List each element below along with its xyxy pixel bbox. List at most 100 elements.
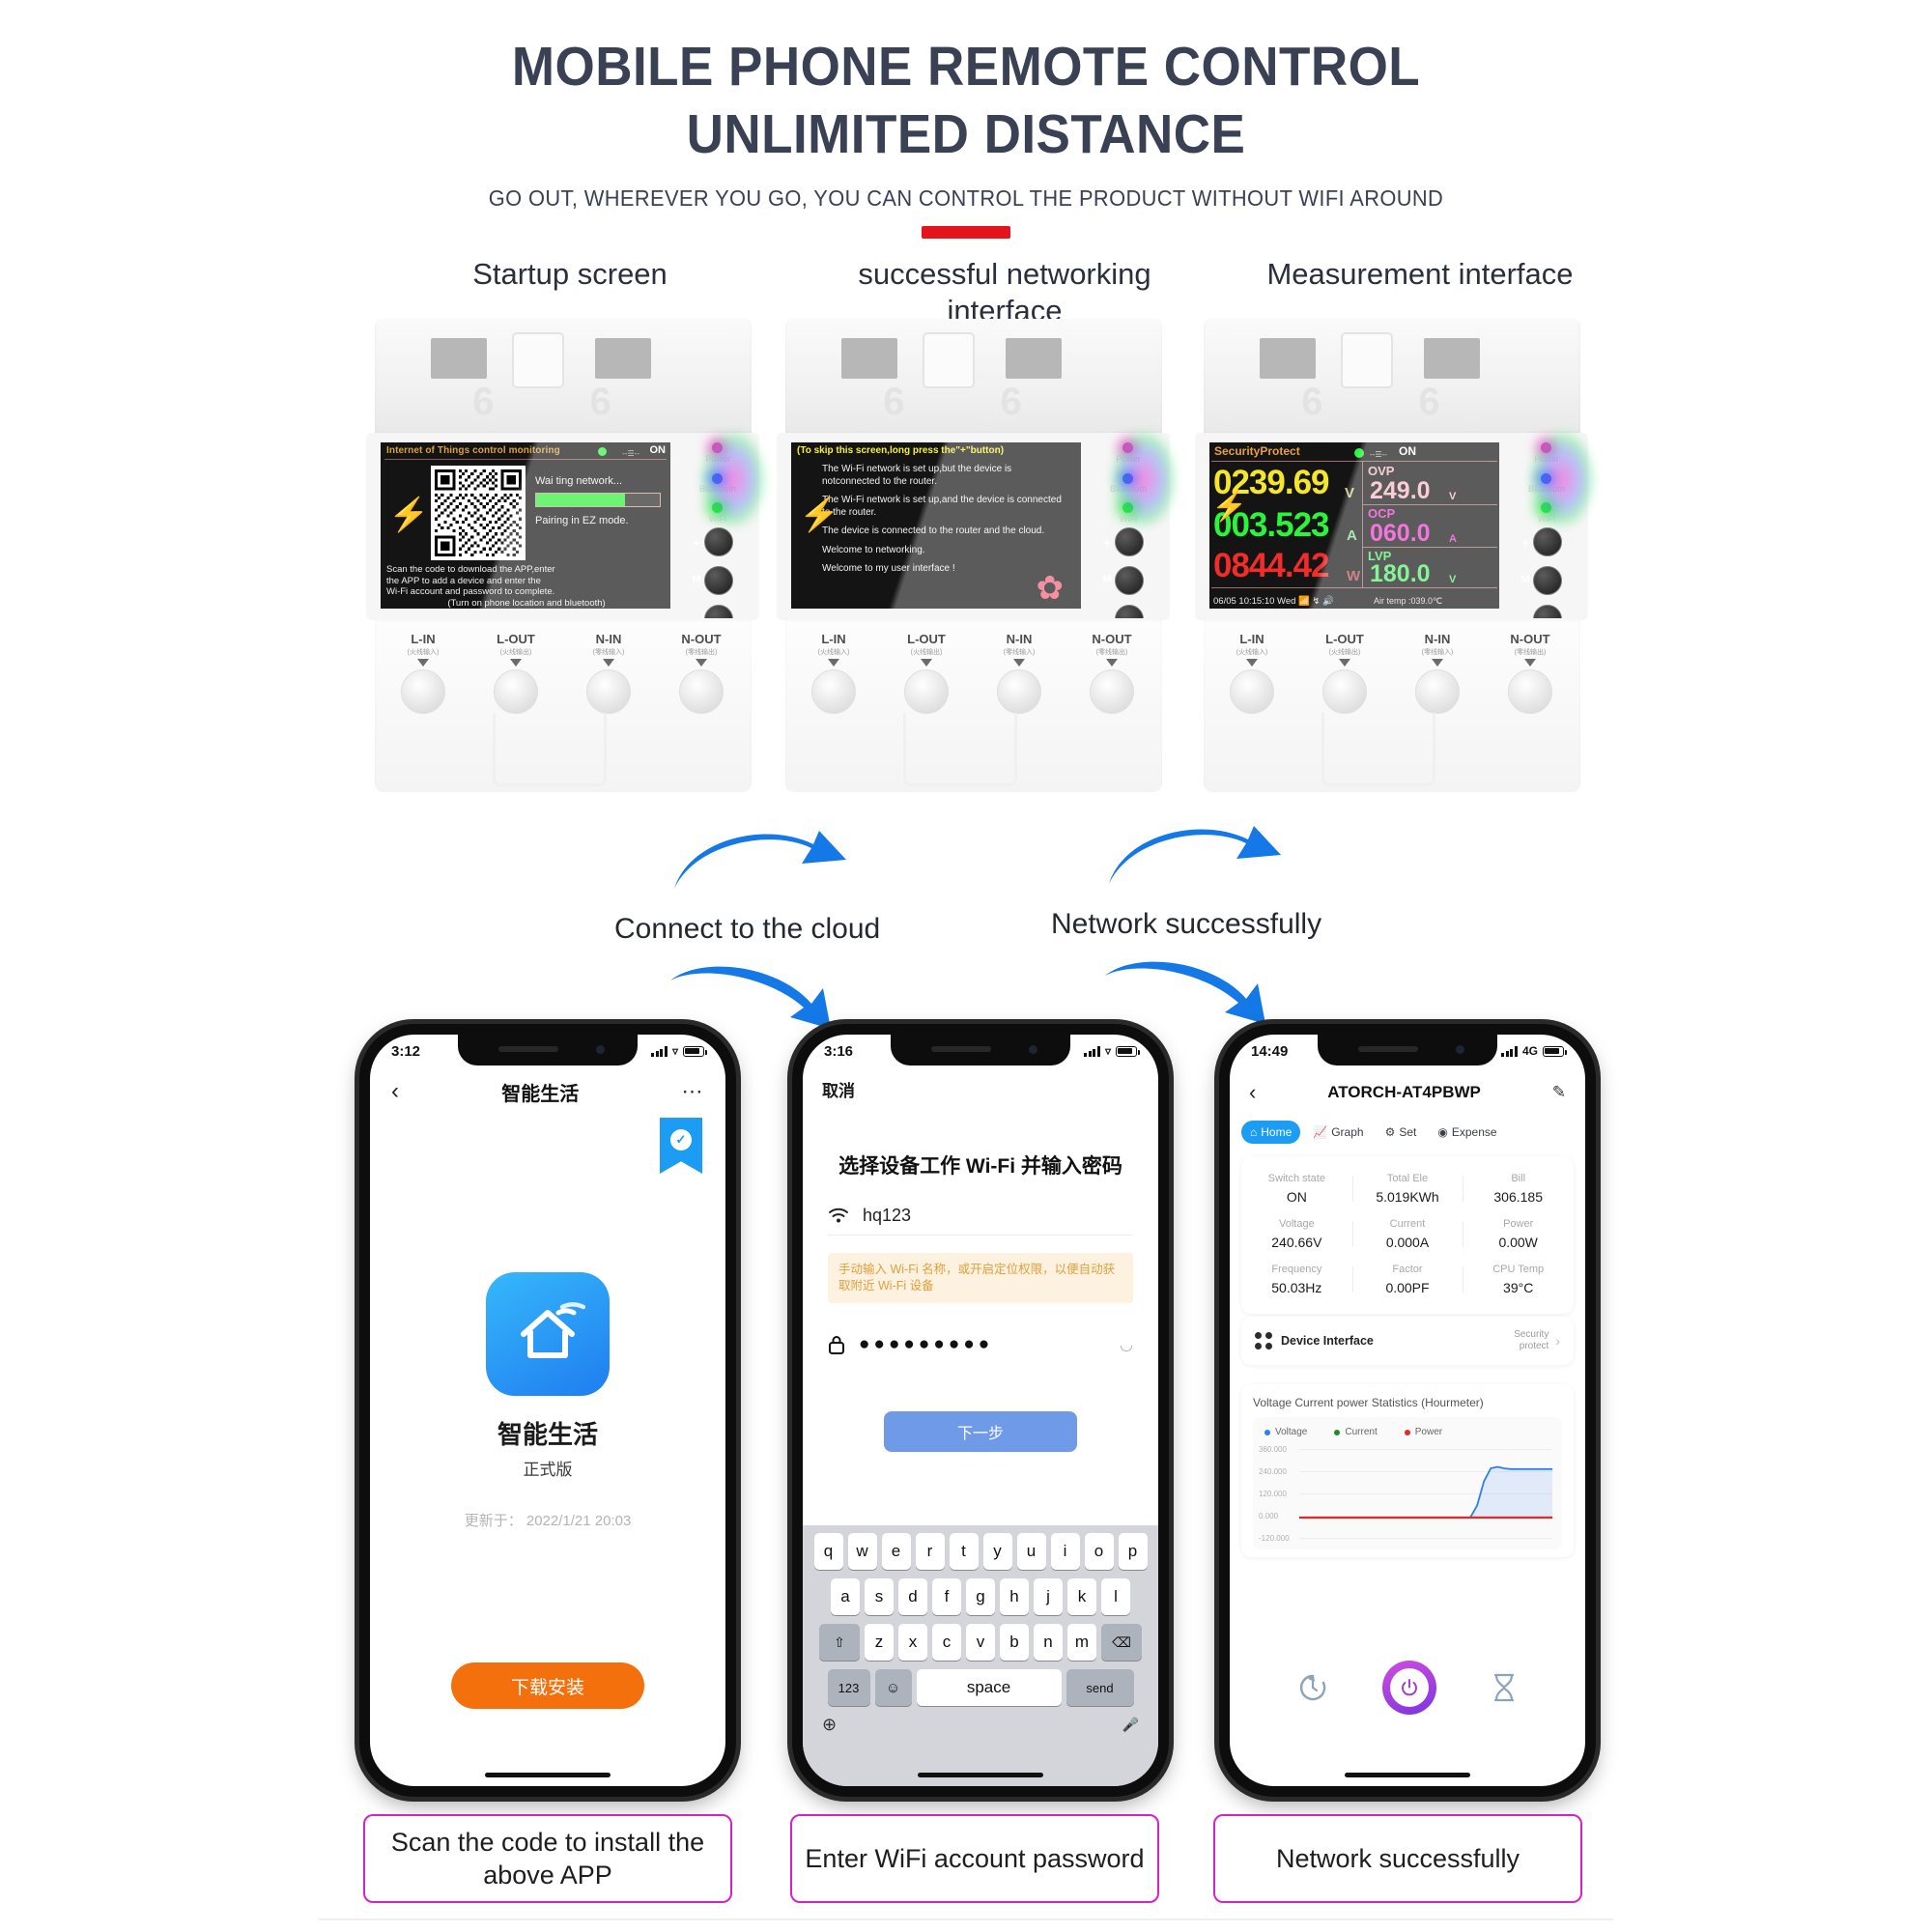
key-r[interactable]: r: [915, 1533, 945, 1570]
terminal-screw[interactable]: [1230, 669, 1274, 714]
key-t[interactable]: t: [949, 1533, 979, 1570]
home-indicator[interactable]: [1345, 1773, 1470, 1777]
key-j[interactable]: j: [1034, 1578, 1063, 1615]
key-a[interactable]: a: [831, 1578, 860, 1615]
plus-button[interactable]: [1115, 527, 1144, 556]
home-indicator[interactable]: [918, 1773, 1043, 1777]
backspace-key[interactable]: ⌫: [1101, 1624, 1142, 1661]
terminal-screw[interactable]: [679, 669, 724, 714]
power-led: [1122, 442, 1133, 453]
key-v[interactable]: v: [966, 1624, 995, 1661]
terminal-screw[interactable]: [997, 669, 1041, 714]
timer-icon[interactable]: [1296, 1671, 1329, 1704]
power-button[interactable]: [1381, 1661, 1436, 1715]
wifi-icon: 📶: [1298, 596, 1310, 607]
plus-button[interactable]: [704, 527, 733, 556]
chart-ytick-240: 240.000: [1259, 1467, 1287, 1476]
edit-pencil-icon[interactable]: ✎: [1552, 1083, 1566, 1102]
measure-relay-icon: --☰--: [1370, 450, 1387, 459]
emoji-key[interactable]: ☺: [874, 1669, 912, 1706]
key-g[interactable]: g: [966, 1578, 995, 1615]
key-s[interactable]: s: [865, 1578, 894, 1615]
terminal-arrow-icon: [1013, 659, 1025, 667]
terminal-l-out-label: L-OUT: [1325, 632, 1364, 646]
wifi-led: [1541, 502, 1551, 513]
terminal-screw[interactable]: [1415, 669, 1460, 714]
terminal-screw[interactable]: [1322, 669, 1367, 714]
key-n[interactable]: n: [1034, 1624, 1063, 1661]
key-w[interactable]: w: [847, 1533, 877, 1570]
download-install-button[interactable]: 下载安装: [451, 1662, 644, 1709]
menu-button[interactable]: [704, 566, 733, 595]
plus-button[interactable]: [1533, 527, 1562, 556]
key-p[interactable]: p: [1118, 1533, 1148, 1570]
tab-set[interactable]: ⚙ Set: [1377, 1121, 1426, 1144]
key-l[interactable]: l: [1101, 1578, 1130, 1615]
key-h[interactable]: h: [1000, 1578, 1029, 1615]
tab-home[interactable]: ⌂ Home: [1241, 1121, 1301, 1144]
home-indicator[interactable]: [485, 1773, 611, 1777]
device-interface-row[interactable]: Device Interface Security protect ›: [1241, 1317, 1574, 1365]
key-e[interactable]: e: [881, 1533, 911, 1570]
key-z[interactable]: z: [865, 1624, 894, 1661]
key-o[interactable]: o: [1084, 1533, 1114, 1570]
password-row[interactable]: ●●●●●●●●● ◡: [828, 1324, 1133, 1365]
more-options-icon[interactable]: ⋯: [682, 1079, 705, 1104]
terminal-l-in-label: L-IN: [1239, 632, 1264, 646]
din-rail-clip: [1321, 713, 1435, 786]
chart-ytick-0: 0.000: [1259, 1512, 1279, 1520]
key-b[interactable]: b: [1000, 1624, 1029, 1661]
key-k[interactable]: k: [1067, 1578, 1096, 1615]
keyboard-row-1: q w e r t y u i o p: [807, 1533, 1154, 1570]
menu-button[interactable]: [1533, 566, 1562, 595]
next-step-button[interactable]: 下一步: [884, 1411, 1077, 1452]
key-i[interactable]: i: [1050, 1533, 1080, 1570]
hourglass-icon[interactable]: [1490, 1671, 1519, 1704]
wifi-permission-tip: 手动输入 Wi-Fi 名称，或开启定位权限，以便自动获取附近 Wi-Fi 设备: [828, 1253, 1133, 1303]
device-top-housing: 6 6: [1204, 319, 1580, 435]
key-d[interactable]: d: [898, 1578, 927, 1615]
terminal-screw[interactable]: [904, 669, 949, 714]
key-y[interactable]: y: [982, 1533, 1012, 1570]
terminal-n-out: N-OUT (零线输出): [1069, 632, 1154, 714]
dashboard-tabs: ⌂ Home 📈 Graph ⚙ Set ◉ Expense: [1241, 1118, 1574, 1147]
vent-right: [595, 338, 651, 379]
send-key[interactable]: send: [1065, 1669, 1134, 1706]
tab-expense[interactable]: ◉ Expense: [1429, 1121, 1505, 1144]
toggle-password-visibility-icon[interactable]: ◡: [1120, 1335, 1133, 1354]
numeric-key[interactable]: 123: [827, 1669, 870, 1706]
globe-icon[interactable]: ⊕: [822, 1715, 837, 1735]
terminal-screw[interactable]: [1090, 669, 1134, 714]
shift-key[interactable]: ⇧: [819, 1624, 860, 1661]
lcd-relay-icon: --☰--: [622, 449, 639, 458]
back-icon[interactable]: ‹: [1249, 1080, 1256, 1105]
terminal-n-in-cn: (零线输入): [1421, 649, 1454, 656]
caption-enter-wifi: Enter WiFi account password: [790, 1814, 1159, 1903]
menu-button[interactable]: [1115, 566, 1144, 595]
cancel-button[interactable]: 取消: [822, 1077, 855, 1101]
key-m[interactable]: m: [1067, 1624, 1096, 1661]
wifi-name-row[interactable]: hq123: [828, 1197, 1133, 1236]
terminal-screw[interactable]: [586, 669, 631, 714]
keyboard-row-4: 123 ☺ space send: [807, 1669, 1154, 1706]
terminal-screw[interactable]: [1508, 669, 1552, 714]
terminal-screw[interactable]: [811, 669, 856, 714]
key-c[interactable]: c: [932, 1624, 961, 1661]
space-key[interactable]: space: [916, 1669, 1062, 1706]
key-x[interactable]: x: [898, 1624, 927, 1661]
infographic-page: MOBILE PHONE REMOTE CONTROL UNLIMITED DI…: [0, 0, 1932, 1932]
pairing-progress-bar: [535, 493, 661, 507]
battery-icon: [1543, 1045, 1567, 1057]
power-unit: W: [1347, 568, 1361, 584]
back-icon[interactable]: ‹: [391, 1078, 399, 1105]
key-f[interactable]: f: [932, 1578, 961, 1615]
terminal-l-out-cn: (火线输出): [499, 649, 532, 656]
legend-power-swatch: [1404, 1429, 1410, 1435]
key-q[interactable]: q: [813, 1533, 843, 1570]
terminal-screw[interactable]: [401, 669, 445, 714]
terminal-screw[interactable]: [494, 669, 538, 714]
terminal-l-out: L-OUT (火线输出): [1302, 632, 1387, 714]
tab-graph[interactable]: 📈 Graph: [1304, 1121, 1372, 1144]
microphone-icon[interactable]: 🎤: [1122, 1717, 1139, 1733]
key-u[interactable]: u: [1016, 1533, 1046, 1570]
